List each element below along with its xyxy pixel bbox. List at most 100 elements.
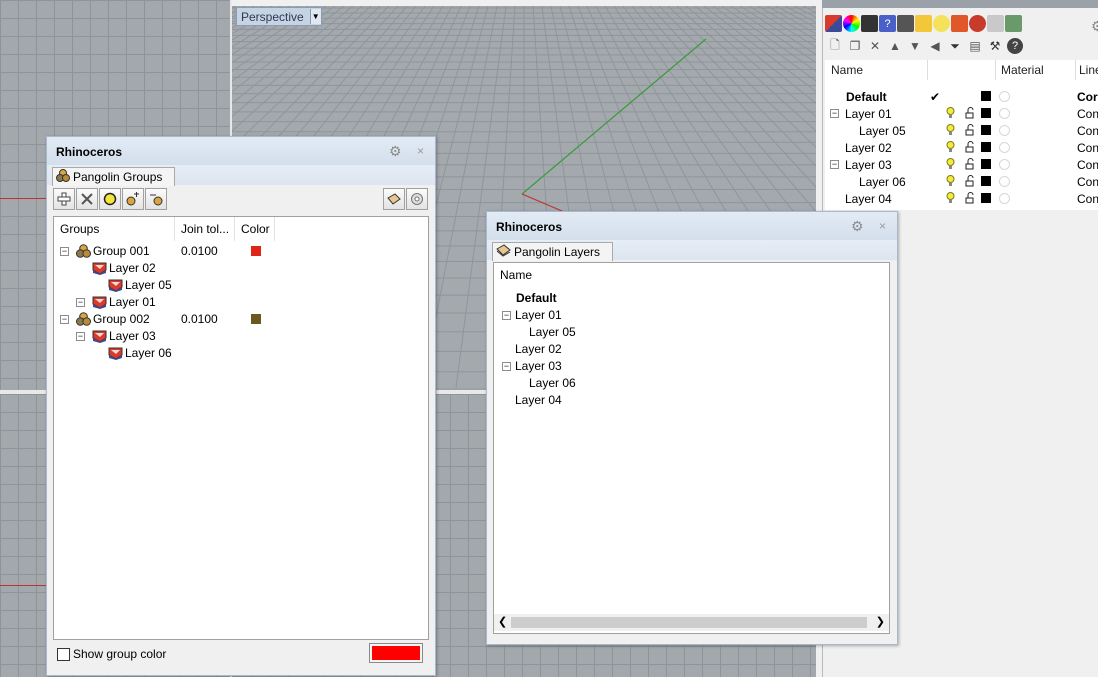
column-name[interactable]: Name bbox=[831, 60, 863, 80]
material-icon[interactable] bbox=[999, 142, 1010, 153]
layer-name[interactable]: Layer 06 bbox=[859, 175, 906, 189]
display-icon[interactable] bbox=[861, 15, 878, 32]
group-layer-row[interactable]: − Layer 03 bbox=[54, 328, 428, 345]
remove-layer-from-group-button[interactable] bbox=[145, 188, 167, 210]
pangolin-layer-row[interactable]: − Layer 01 bbox=[494, 307, 888, 324]
layer-row[interactable]: −Layer 01 Cont bbox=[825, 105, 1098, 122]
material-icon[interactable] bbox=[999, 193, 1010, 204]
pangolin-layer-row[interactable]: Layer 02 bbox=[494, 341, 888, 358]
collapse-icon[interactable]: − bbox=[76, 332, 85, 341]
gear-icon[interactable]: ⚙ bbox=[389, 144, 403, 158]
group-tree-label[interactable]: Group 002 bbox=[93, 311, 150, 328]
tab-pangolin-groups[interactable]: Pangolin Groups bbox=[52, 167, 176, 186]
tab-pangolin-layers[interactable]: Pangolin Layers bbox=[492, 242, 614, 261]
group-tree-label[interactable]: Layer 01 bbox=[109, 294, 156, 311]
properties-icon[interactable] bbox=[987, 15, 1004, 32]
add-group-button[interactable] bbox=[53, 188, 75, 210]
select-group-button[interactable] bbox=[99, 188, 121, 210]
group-layer-row[interactable]: Layer 06 bbox=[54, 345, 428, 362]
window-titlebar[interactable]: Rhinoceros ⚙ × bbox=[47, 137, 435, 165]
group-layer-row[interactable]: Layer 02 bbox=[54, 260, 428, 277]
layer-color-swatch[interactable] bbox=[981, 176, 991, 186]
linetype-value[interactable]: Cont bbox=[1077, 141, 1098, 155]
layer-name[interactable]: Layer 03 bbox=[845, 158, 892, 172]
layer-color-swatch[interactable] bbox=[981, 142, 991, 152]
join-tolerance-value[interactable]: 0.0100 bbox=[181, 311, 218, 328]
document-icon[interactable]: ▤ bbox=[967, 38, 983, 54]
layer-color-swatch[interactable] bbox=[981, 91, 991, 101]
delete-group-button[interactable] bbox=[76, 188, 98, 210]
help-icon[interactable]: ? bbox=[1007, 38, 1023, 54]
folder-icon[interactable] bbox=[915, 15, 932, 32]
tools-icon[interactable]: ⚒ bbox=[987, 38, 1003, 54]
bulb-icon[interactable] bbox=[946, 107, 955, 119]
viewport-title-tab[interactable]: Perspective ▼ bbox=[236, 7, 322, 26]
current-layer-check[interactable]: ✔ bbox=[930, 90, 940, 104]
pangolin-layer-label[interactable]: Layer 06 bbox=[529, 375, 576, 392]
layer-color-swatch[interactable] bbox=[981, 159, 991, 169]
layer-row[interactable]: −Layer 03 Cont bbox=[825, 156, 1098, 173]
layer-name[interactable]: Layer 04 bbox=[845, 192, 892, 206]
layer-name[interactable]: Layer 02 bbox=[845, 141, 892, 155]
group-tree-label[interactable]: Layer 06 bbox=[125, 345, 172, 362]
column-color[interactable]: Color bbox=[235, 217, 275, 241]
pangolin-layer-label[interactable]: Layer 05 bbox=[529, 324, 576, 341]
pangolin-layer-label[interactable]: Layer 02 bbox=[515, 341, 562, 358]
gear-icon[interactable]: ⚙ bbox=[1091, 18, 1098, 35]
column-groups[interactable]: Groups bbox=[54, 217, 175, 241]
move-up-icon[interactable]: ▲ bbox=[887, 38, 903, 54]
horizontal-scrollbar[interactable]: ❮ ❯ bbox=[494, 614, 889, 631]
bulb-icon[interactable] bbox=[946, 158, 955, 170]
lock-icon[interactable] bbox=[965, 141, 975, 153]
layer-row[interactable]: Layer 05 Cont bbox=[825, 122, 1098, 139]
group-color-picker[interactable] bbox=[369, 643, 423, 663]
lock-icon[interactable] bbox=[965, 158, 975, 170]
add-layer-to-group-button[interactable] bbox=[122, 188, 144, 210]
layer-color-swatch[interactable] bbox=[981, 125, 991, 135]
chevron-down-icon[interactable]: ▼ bbox=[309, 9, 321, 24]
material-icon[interactable] bbox=[999, 176, 1010, 187]
scroll-right-icon[interactable]: ❯ bbox=[876, 615, 885, 628]
layer-color-swatch[interactable] bbox=[981, 108, 991, 118]
pangolin-layer-label[interactable]: Layer 03 bbox=[515, 358, 562, 375]
scrollbar-thumb[interactable] bbox=[511, 617, 867, 628]
delete-icon[interactable]: ✕ bbox=[867, 38, 883, 54]
collapse-icon[interactable]: − bbox=[60, 247, 69, 256]
group-color-swatch[interactable] bbox=[251, 314, 261, 324]
render-icon[interactable] bbox=[951, 15, 968, 32]
linetype-value[interactable]: Cont bbox=[1077, 158, 1098, 172]
layer-row[interactable]: Layer 02 Cont bbox=[825, 139, 1098, 156]
pangolin-groups-window[interactable]: Rhinoceros ⚙ × Pangolin Groups Groups Jo… bbox=[46, 136, 436, 676]
scroll-left-icon[interactable]: ❮ bbox=[498, 615, 507, 628]
pangolin-layer-row[interactable]: Default bbox=[494, 290, 888, 307]
move-down-icon[interactable]: ▼ bbox=[907, 38, 923, 54]
bulb-icon[interactable] bbox=[946, 192, 955, 204]
group-layer-row[interactable]: Layer 05 bbox=[54, 277, 428, 294]
group-row[interactable]: − Group 002 0.0100 bbox=[54, 311, 428, 328]
gear-icon[interactable]: ⚙ bbox=[851, 219, 865, 233]
material-icon[interactable] bbox=[999, 125, 1010, 136]
group-tree-label[interactable]: Layer 03 bbox=[109, 328, 156, 345]
pangolin-layer-label[interactable]: Default bbox=[516, 290, 557, 307]
window-titlebar[interactable]: Rhinoceros ⚙ × bbox=[487, 212, 897, 240]
groups-list[interactable]: Groups Join tol... Color − Group 001 0.010… bbox=[53, 216, 429, 640]
lock-icon[interactable] bbox=[965, 107, 975, 119]
filter-icon[interactable]: ⏷ bbox=[947, 38, 963, 54]
light-icon[interactable] bbox=[933, 15, 950, 32]
column-join-tolerance[interactable]: Join tol... bbox=[175, 217, 235, 241]
help-tab-icon[interactable]: ? bbox=[879, 15, 896, 32]
collapse-icon[interactable]: − bbox=[60, 315, 69, 324]
new-layer-icon[interactable]: 🗋 bbox=[827, 38, 843, 54]
color-wheel-icon[interactable] bbox=[843, 15, 860, 32]
settings-button[interactable] bbox=[406, 188, 428, 210]
column-material[interactable]: Material bbox=[1001, 60, 1044, 80]
group-tree-label[interactable]: Layer 02 bbox=[109, 260, 156, 277]
layer-name[interactable]: Default bbox=[846, 90, 887, 104]
material-icon[interactable] bbox=[999, 108, 1010, 119]
snapshot-icon[interactable] bbox=[969, 15, 986, 32]
pangolin-layer-label[interactable]: Layer 04 bbox=[515, 392, 562, 409]
linetype-value[interactable]: Cont bbox=[1077, 192, 1098, 206]
layers-button[interactable] bbox=[383, 188, 405, 210]
layer-color-swatch[interactable] bbox=[981, 193, 991, 203]
lock-icon[interactable] bbox=[965, 192, 975, 204]
